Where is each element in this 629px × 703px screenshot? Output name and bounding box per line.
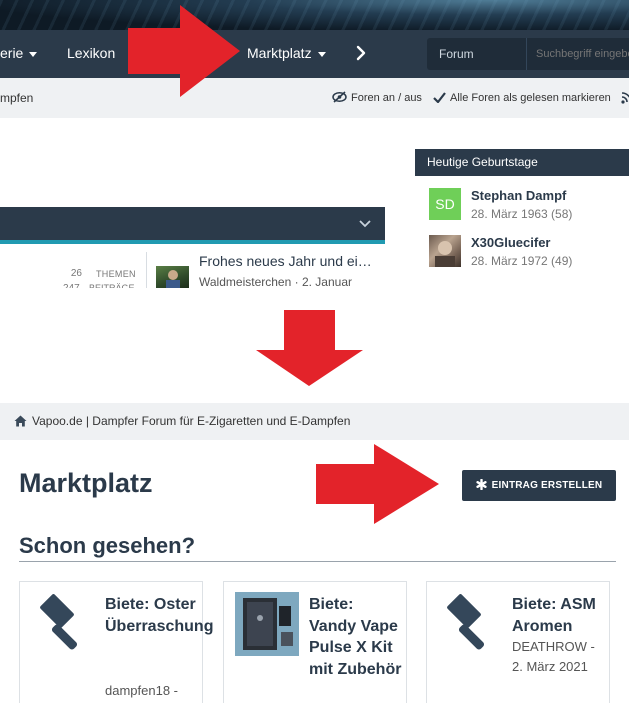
page-title: Marktplatz [19,468,153,498]
nav-item-marktplatz-label: Marktplatz [247,45,312,61]
last-post-meta: Waldmeisterchen · 2. Januar [199,275,352,289]
rss-icon[interactable] [621,92,629,104]
last-post-date: 2. Januar [301,275,352,289]
search-scope-select[interactable]: Forum [427,38,527,70]
card-meta: DEATHROW - 2. März 2021 [512,639,595,674]
card-product-image[interactable] [235,592,299,656]
birthday-user-date: 28. März 1972 (49) [471,254,573,268]
nav-item-lexikon[interactable]: Lexikon [67,30,115,78]
mark-all-read-link[interactable]: Alle Foren als gelesen markieren [433,78,611,118]
avatar[interactable] [429,235,461,267]
asterisk-icon [476,478,487,491]
chevron-right-icon[interactable] [355,45,367,61]
card-title[interactable]: Biete: ASM Aromen [512,594,607,637]
section-divider [19,561,616,562]
nav-item-gallery[interactable]: erie [0,30,38,78]
nav-item-gallery-label: erie [0,45,24,61]
birthday-user-name[interactable]: X30Gluecifer [471,235,551,250]
gavel-icon [40,594,78,650]
birthdays-heading: Heutige Geburtstage [415,149,629,176]
arrow-down-annotation [256,310,363,386]
breadcrumb-home-link[interactable]: Vapoo.de | Dampfer Forum für E-Zigarette… [14,403,350,440]
breadcrumb-bar-top: mpfen Foren an / aus Alle Foren als gele… [0,78,629,118]
chevron-down-icon[interactable] [359,219,371,228]
header-banner [0,0,629,30]
card-title[interactable]: Biete: Oster Überraschung [105,594,213,637]
threads-count: 26 [70,268,82,279]
marketplace-card[interactable]: Biete: Vandy Vape Pulse X Kit mit Zubehö… [223,581,407,703]
birthday-user-date: 28. März 1963 (58) [471,207,573,221]
checkmark-icon [433,92,446,104]
last-post-author[interactable]: Waldmeisterchen [199,275,291,289]
marketplace-card[interactable]: Biete: ASM Aromen DEATHROW - 2. März 202… [426,581,610,703]
eye-slash-icon [332,91,347,103]
toggle-forums-label: Foren an / aus [351,92,422,104]
marketplace-card[interactable]: Biete: Oster Überraschung dampfen18 - [19,581,213,703]
birthday-user-name[interactable]: Stephan Dampf [471,188,566,203]
avatar[interactable]: SD [429,188,461,220]
section-title: Schon gesehen? [19,533,196,558]
card-author[interactable]: DEATHROW [512,639,587,654]
search-bar: Forum [427,38,629,70]
caret-down-icon [29,51,38,57]
card-title[interactable]: Biete: Vandy Vape Pulse X Kit mit Zubehö… [309,594,404,680]
gavel-icon [447,594,485,650]
posts-count: 247 [63,283,80,288]
breadcrumb-link[interactable]: mpfen [0,78,33,118]
nav-item-marktplatz[interactable]: Marktplatz [247,30,326,78]
card-author[interactable]: dampfen18 [105,683,170,698]
breadcrumb-site-label: Vapoo.de | Dampfer Forum für E-Zigarette… [32,414,351,428]
board-accent-line [0,240,385,244]
card-date: 2. März 2021 [512,659,588,674]
card-meta: dampfen18 - [105,683,179,698]
arrow-right-annotation [316,444,439,524]
breadcrumb: Vapoo.de | Dampfer Forum für E-Zigarette… [0,403,629,440]
toggle-forums-link[interactable]: Foren an / aus [332,78,422,118]
board-category-header[interactable] [0,207,385,240]
posts-label: BEITRÄGE [89,283,135,288]
home-icon [14,415,27,427]
search-input[interactable] [528,38,629,70]
last-post-separator: · [294,275,299,289]
last-post-title[interactable]: Frohes neues Jahr und ei… [199,253,372,269]
nav-item-lexikon-label: Lexikon [67,45,116,61]
create-entry-label: EINTRAG ERSTELLEN [491,480,603,491]
create-entry-button[interactable]: EINTRAG ERSTELLEN [462,470,616,501]
last-post-avatar[interactable] [156,266,189,288]
mark-all-read-label: Alle Foren als gelesen markieren [450,92,611,104]
caret-down-icon [317,51,326,57]
board-divider [146,252,147,288]
arrow-right-annotation [128,5,240,97]
threads-label: THEMEN [96,269,136,279]
